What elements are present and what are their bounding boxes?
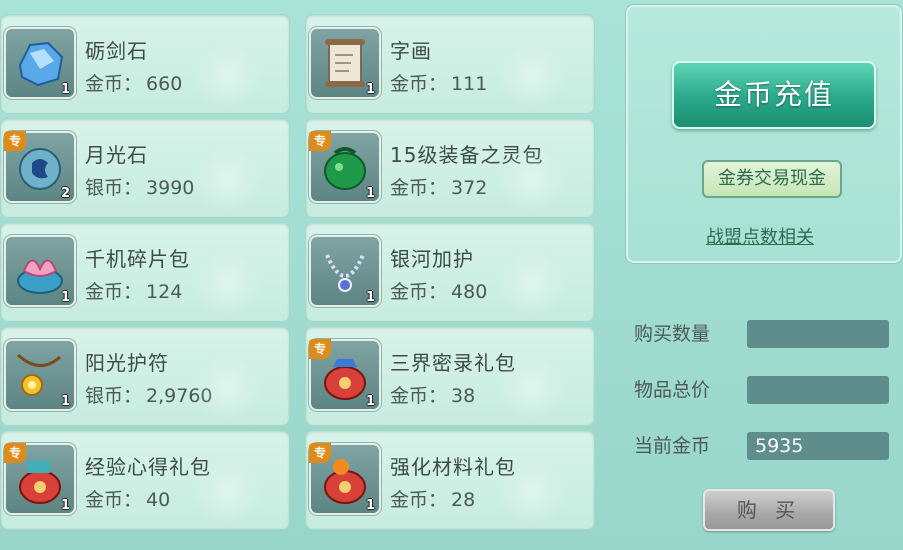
shop-item-card[interactable]: 1 专 三界密录礼包 金币： 38 (305, 326, 595, 426)
exclusive-badge: 专 (4, 131, 26, 151)
price-value: 124 (146, 281, 183, 303)
item-icon-slot[interactable]: 1 专 (309, 339, 381, 411)
shop-item-card[interactable]: 1 专 经验心得礼包 金币： 40 (0, 430, 290, 530)
price-value: 40 (146, 489, 171, 511)
item-icon-slot[interactable]: 1 (4, 339, 76, 411)
exclusive-badge: 专 (309, 131, 331, 151)
item-quantity: 1 (60, 290, 70, 305)
current-gold-label: 当前金币 (634, 435, 711, 457)
exclusive-badge: 专 (4, 443, 26, 463)
shop-item-card[interactable]: 1 砺剑石 金币： 660 (0, 14, 290, 114)
item-icon-slot[interactable]: 1 (309, 27, 381, 99)
item-quantity: 2 (60, 186, 70, 201)
item-price: 金币： 38 (390, 381, 475, 408)
currency-label: 金币： (85, 281, 143, 303)
item-quantity: 1 (365, 290, 375, 305)
item-name: 月光石 (85, 143, 148, 167)
recharge-panel: 金币充值 金券交易现金 战盟点数相关 (626, 5, 902, 263)
currency-label: 金币： (85, 73, 143, 95)
item-quantity: 1 (60, 82, 70, 97)
currency-label: 金币： (390, 385, 448, 407)
exclusive-badge: 专 (309, 443, 331, 463)
item-price: 金币： 124 (85, 277, 182, 304)
item-quantity: 1 (365, 394, 375, 409)
price-value: 28 (451, 489, 476, 511)
coupon-exchange-button[interactable]: 金券交易现金 (702, 160, 842, 198)
item-icon-slot[interactable]: 2 专 (4, 131, 76, 203)
price-value: 3990 (146, 177, 195, 199)
currency-label: 金币： (390, 177, 448, 199)
currency-label: 金币： (390, 489, 448, 511)
shop-item-card[interactable]: 1 专 15级装备之灵包 金币： 372 (305, 118, 595, 218)
buy-button[interactable]: 购 买 (703, 489, 835, 531)
price-value: 372 (451, 177, 488, 199)
item-icon-slot[interactable]: 1 (4, 235, 76, 307)
shop-item-card[interactable]: 1 专 强化材料礼包 金币： 28 (305, 430, 595, 530)
item-name: 阳光护符 (85, 351, 169, 375)
item-name: 15级装备之灵包 (390, 143, 544, 167)
price-value: 480 (451, 281, 488, 303)
item-name: 字画 (390, 39, 432, 63)
quantity-input[interactable] (747, 320, 889, 348)
item-price: 金币： 28 (390, 485, 475, 512)
currency-label: 金币： (390, 73, 448, 95)
shop-item-card[interactable]: 2 专 月光石 银币： 3990 (0, 118, 290, 218)
shop-item-card[interactable]: 1 阳光护符 银币： 2,9760 (0, 326, 290, 426)
shop-item-card[interactable]: 1 字画 金币： 111 (305, 14, 595, 114)
item-price: 银币： 3990 (85, 173, 194, 200)
item-name: 经验心得礼包 (85, 455, 211, 479)
item-name: 千机碎片包 (85, 247, 190, 271)
shop-item-card[interactable]: 1 千机碎片包 金币： 124 (0, 222, 290, 322)
total-price-label: 物品总价 (634, 379, 711, 401)
total-price-field (747, 376, 889, 404)
shop-item-grid: 1 砺剑石 金币： 660 1 字画 金币： 111 2 专 月光石 银币： 3… (0, 14, 596, 534)
price-value: 2,9760 (146, 385, 213, 407)
item-quantity: 1 (365, 82, 375, 97)
currency-label: 金币： (390, 281, 448, 303)
item-name: 银河加护 (390, 247, 474, 271)
item-price: 金币： 111 (390, 69, 487, 96)
currency-label: 金币： (85, 489, 143, 511)
item-price: 银币： 2,9760 (85, 381, 213, 408)
item-icon-slot[interactable]: 1 (309, 235, 381, 307)
price-value: 660 (146, 73, 183, 95)
exclusive-badge: 专 (309, 339, 331, 359)
item-name: 强化材料礼包 (390, 455, 516, 479)
item-price: 金币： 660 (85, 69, 182, 96)
currency-label: 银币： (85, 177, 143, 199)
gold-recharge-button[interactable]: 金币充值 (672, 61, 876, 129)
price-value: 38 (451, 385, 476, 407)
item-icon-slot[interactable]: 1 专 (309, 131, 381, 203)
item-quantity: 1 (60, 498, 70, 513)
item-price: 金币： 372 (390, 173, 487, 200)
item-name: 砺剑石 (85, 39, 148, 63)
shop-item-card[interactable]: 1 银河加护 金币： 480 (305, 222, 595, 322)
alliance-points-link[interactable]: 战盟点数相关 (706, 223, 814, 249)
item-icon-slot[interactable]: 1 专 (4, 443, 76, 515)
item-quantity: 1 (365, 498, 375, 513)
item-quantity: 1 (60, 394, 70, 409)
quantity-label: 购买数量 (634, 323, 711, 345)
currency-label: 银币： (85, 385, 143, 407)
item-icon-slot[interactable]: 1 (4, 27, 76, 99)
item-price: 金币： 40 (85, 485, 170, 512)
current-gold-field: 5935 (747, 432, 889, 460)
item-name: 三界密录礼包 (390, 351, 516, 375)
price-value: 111 (451, 73, 488, 95)
item-icon-slot[interactable]: 1 专 (309, 443, 381, 515)
item-price: 金币： 480 (390, 277, 487, 304)
item-quantity: 1 (365, 186, 375, 201)
